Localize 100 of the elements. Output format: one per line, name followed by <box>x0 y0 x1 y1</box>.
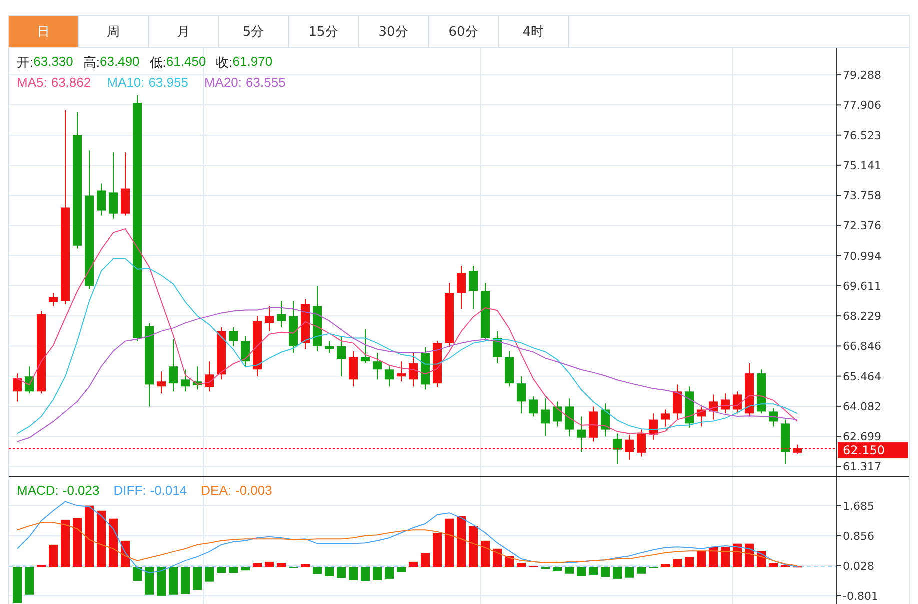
candlestick <box>757 369 766 414</box>
candlestick <box>205 361 214 392</box>
axis-label: 79.288 <box>843 69 882 82</box>
histogram-bar <box>445 518 454 567</box>
series-value: 63.862 <box>51 75 92 90</box>
histogram-bar <box>685 557 694 567</box>
histogram-bar <box>637 567 646 574</box>
histogram-bar <box>229 567 238 574</box>
candlestick <box>673 384 682 420</box>
quote-label: 收: <box>216 54 233 72</box>
candlestick <box>289 300 298 354</box>
histogram-bar <box>421 553 430 567</box>
candlestick <box>193 366 202 390</box>
candlestick <box>265 306 274 332</box>
histogram-bar <box>721 547 730 567</box>
histogram-bar <box>25 567 34 595</box>
quote-value: 63.330 <box>34 54 74 71</box>
candlestick <box>625 434 634 460</box>
candlestick <box>589 406 598 442</box>
candlestick <box>529 396 538 418</box>
histogram-bar <box>673 559 682 567</box>
histogram-bar <box>505 556 514 567</box>
candlestick <box>169 338 178 392</box>
candlestick <box>109 152 118 220</box>
candlestick <box>541 398 550 436</box>
histogram-bar <box>697 551 706 567</box>
series-value: -0.023 <box>62 483 100 498</box>
axis-label: 77.906 <box>843 99 882 112</box>
candlestick <box>433 340 442 388</box>
candlestick <box>49 292 58 307</box>
histogram-bar <box>85 506 94 567</box>
histogram-bar <box>373 567 382 580</box>
candlestick <box>373 353 382 380</box>
histogram-bar <box>409 562 418 567</box>
axis-label: 62.699 <box>843 430 882 444</box>
candlestick <box>637 429 646 458</box>
histogram-bar <box>277 563 286 567</box>
candlestick <box>781 419 790 465</box>
histogram-bar <box>565 567 574 574</box>
axis-label: 61.317 <box>843 460 882 474</box>
candlestick <box>493 330 502 364</box>
series-label: MACD: <box>17 483 59 498</box>
candlestick <box>241 336 250 368</box>
histogram-bar <box>73 518 82 567</box>
candlestick <box>565 398 574 438</box>
candlestick <box>457 266 466 310</box>
histogram-bar <box>397 567 406 572</box>
series-value: 63.555 <box>246 75 286 90</box>
axis-label: 69.611 <box>843 280 882 293</box>
series-label: MA20: <box>204 75 242 90</box>
candlestick <box>553 401 562 428</box>
histogram-bar <box>745 544 754 567</box>
histogram-bar <box>49 544 58 567</box>
histogram-bar <box>589 567 598 575</box>
axis-label: 76.523 <box>843 129 882 142</box>
candlestick <box>229 326 238 347</box>
axis-label: -0.801 <box>843 590 878 603</box>
candlestick <box>649 413 658 440</box>
histogram-bar <box>313 567 322 574</box>
candlestick <box>253 316 262 378</box>
candlestick <box>445 282 454 348</box>
candlestick <box>709 394 718 420</box>
candlestick <box>613 433 622 465</box>
candlestick <box>325 340 334 354</box>
candlestick <box>25 366 34 394</box>
candlestick <box>469 266 478 310</box>
candlestick <box>793 444 802 454</box>
candlestick <box>505 350 514 388</box>
axis-label: 0.028 <box>843 560 874 573</box>
candlestick <box>361 328 370 364</box>
histogram-bar <box>181 567 190 594</box>
candlestick <box>157 371 166 394</box>
axis-label: 64.082 <box>843 400 882 414</box>
candlestick <box>745 363 754 418</box>
histogram-bar <box>349 567 358 580</box>
histogram-bar <box>433 532 442 567</box>
quote-value: 61.450 <box>166 54 206 71</box>
price-tag: 62.150 <box>838 442 908 459</box>
histogram-bar <box>553 567 562 571</box>
axis-label: 0.856 <box>843 530 874 543</box>
candlestick <box>349 350 358 388</box>
candlestick <box>733 391 742 414</box>
axis-label: 70.994 <box>843 250 882 263</box>
histogram-bar <box>601 567 610 578</box>
histogram-bar <box>193 567 202 590</box>
histogram-bar <box>145 567 154 595</box>
histogram-bar <box>361 567 370 582</box>
histogram-bar <box>217 567 226 574</box>
histogram-bar <box>169 567 178 595</box>
histogram-bar <box>613 567 622 579</box>
histogram-bar <box>121 540 130 567</box>
candlestick <box>601 403 610 438</box>
histogram-bar <box>517 563 526 567</box>
histogram-bar <box>493 548 502 567</box>
series-label: MA5: <box>17 75 48 90</box>
candlestick <box>13 373 22 402</box>
series-label: DEA: <box>201 483 232 498</box>
axis-label: 72.376 <box>843 220 882 233</box>
candlestick <box>181 369 190 392</box>
histogram-bar <box>97 510 106 567</box>
